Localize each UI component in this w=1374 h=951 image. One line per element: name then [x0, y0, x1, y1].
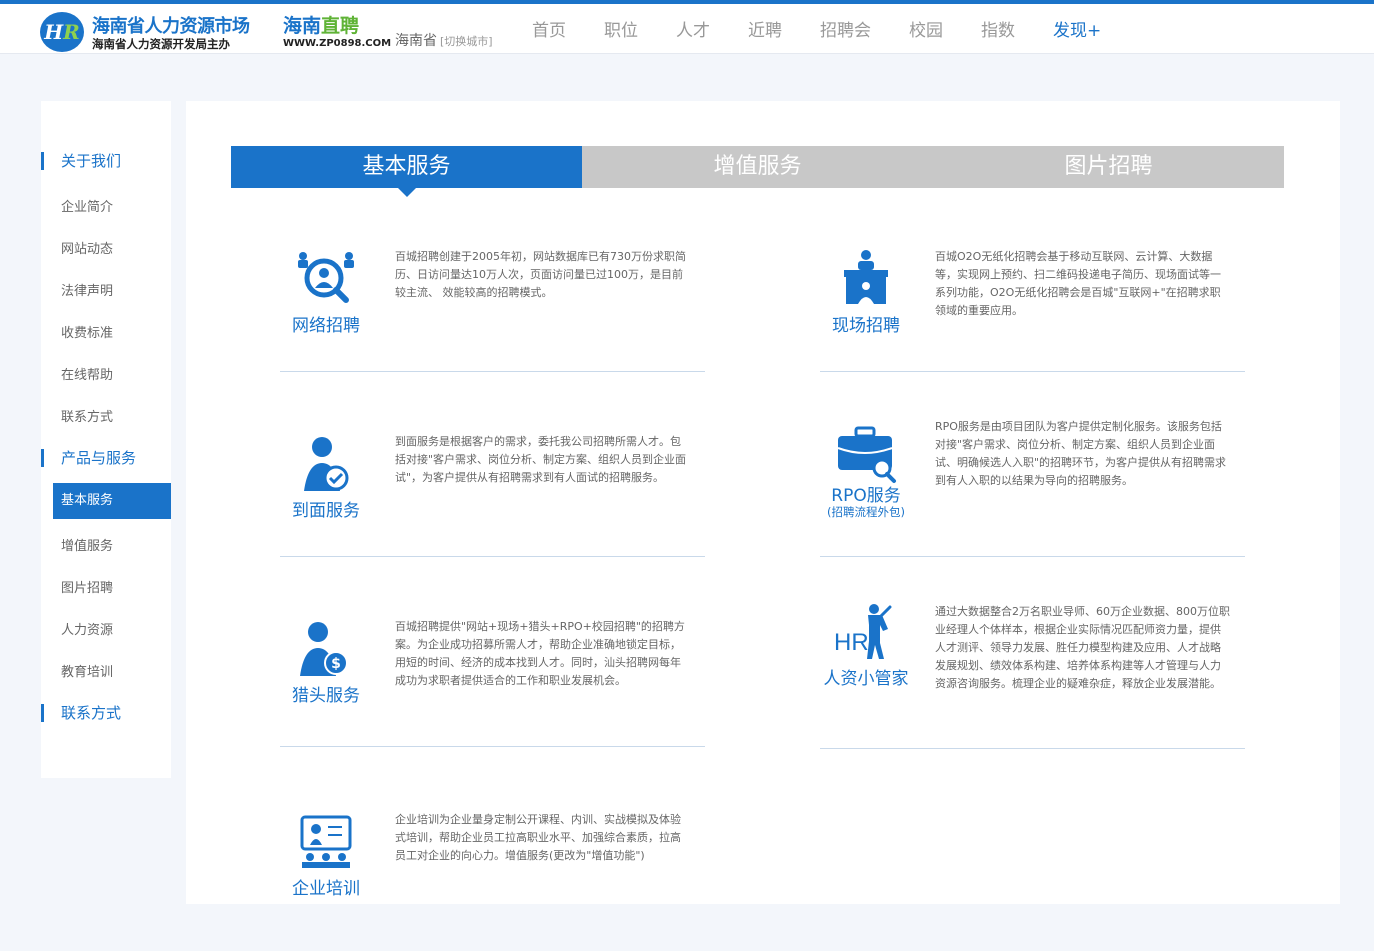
- service-card: 现场招聘 百城O2O无纸化招聘会基于移动互联网、云计算、大数据等，实现网上预约、…: [820, 248, 1245, 388]
- onsite-recruit-icon: [820, 248, 912, 308]
- main-content: 基本服务 增值服务 图片招聘 网络招聘 百城招聘创建于2005年初，网站数据库已…: [186, 101, 1340, 904]
- hr-manager-icon: HR: [820, 603, 912, 659]
- service-tabs: 基本服务 增值服务 图片招聘: [231, 146, 1285, 197]
- sidebar-item-contact[interactable]: 联系方式: [61, 406, 113, 425]
- current-city: 海南省: [395, 33, 437, 49]
- tab-image-recruit[interactable]: 图片招聘: [933, 146, 1284, 188]
- logo-subtitle: 海南省人力资源开发局主办: [92, 37, 230, 51]
- nav-jobs[interactable]: 职位: [604, 16, 638, 41]
- nav-home[interactable]: 首页: [532, 16, 566, 41]
- nav-index[interactable]: 指数: [981, 16, 1015, 41]
- sidebar-item-pricing[interactable]: 收费标准: [61, 322, 113, 341]
- service-subtitle: (招聘流程外包): [827, 505, 905, 519]
- main-nav: 首页 职位 人才 近聘 招聘会 校园 指数 发现+: [532, 16, 1139, 41]
- service-desc: 企业培训为企业量身定制公开课程、内训、实战模拟及体验式培训，帮助企业员工拉高职业…: [395, 813, 681, 862]
- service-title: 人资小管家: [823, 669, 909, 689]
- service-card: 企业培训 企业培训为企业量身定制公开课程、内训、实战模拟及体验式培训，帮助企业员…: [280, 811, 705, 951]
- sidebar-item-education[interactable]: 教育培训: [61, 661, 113, 680]
- service-desc: 百城O2O无纸化招聘会基于移动互联网、云计算、大数据等，实现网上预约、扫二维码投…: [935, 250, 1221, 317]
- door-service-icon: [280, 433, 372, 493]
- divider: [820, 748, 1245, 749]
- briefcase-search-icon: [820, 424, 912, 484]
- service-title: 猎头服务: [292, 686, 360, 706]
- divider: [280, 746, 705, 747]
- top-header: HR 海南省人力资源市场 海南直聘 海南省人力资源开发局主办 WWW.ZP089…: [0, 0, 1374, 54]
- nav-recent[interactable]: 近聘: [748, 16, 782, 41]
- nav-job-fair[interactable]: 招聘会: [820, 16, 871, 41]
- service-desc: 百城招聘提供"网站+现场+猎头+RPO+校园招聘"的招聘方案。为企业成功招募所需…: [395, 620, 685, 687]
- service-card: $ 猎头服务 百城招聘提供"网站+现场+猎头+RPO+校园招聘"的招聘方案。为企…: [280, 618, 705, 758]
- sidebar-item-image-recruit[interactable]: 图片招聘: [61, 577, 113, 596]
- hr-logo-icon: HR: [40, 12, 84, 52]
- tab-basic-service[interactable]: 基本服务: [231, 146, 582, 197]
- sidebar-item-basic-service[interactable]: 基本服务: [53, 483, 171, 519]
- switch-city-link[interactable]: [切换城市]: [440, 35, 493, 48]
- sidebar: 关于我们 企业简介 网站动态 法律声明 收费标准 在线帮助 联系方式 产品与服务…: [41, 101, 171, 778]
- sidebar-item-company-intro[interactable]: 企业简介: [61, 196, 113, 215]
- training-icon: [280, 811, 372, 871]
- sidebar-item-help[interactable]: 在线帮助: [61, 364, 113, 383]
- service-title: 到面服务: [292, 501, 360, 521]
- nav-discover[interactable]: 发现+: [1053, 16, 1101, 41]
- service-title: RPO服务: [831, 486, 901, 506]
- service-desc: RPO服务是由项目团队为客户提供定制化服务。该服务包括对接"客户需求、岗位分析、…: [935, 420, 1227, 487]
- divider: [280, 371, 705, 372]
- service-desc: 到面服务是根据客户的需求，委托我公司招聘所需人才。包括对接"客户需求、岗位分析、…: [395, 435, 687, 484]
- sidebar-item-legal[interactable]: 法律声明: [61, 280, 113, 299]
- logo-url: WWW.ZP0898.COM: [283, 38, 392, 49]
- service-card: 到面服务 到面服务是根据客户的需求，委托我公司招聘所需人才。包括对接"客户需求、…: [280, 433, 705, 573]
- network-recruit-icon: [280, 248, 372, 308]
- sidebar-item-value-added[interactable]: 增值服务: [61, 535, 113, 554]
- sidebar-section-products[interactable]: 产品与服务: [41, 449, 136, 467]
- service-title: 网络招聘: [292, 316, 360, 336]
- divider: [820, 556, 1245, 557]
- sidebar-item-site-news[interactable]: 网站动态: [61, 238, 113, 257]
- sidebar-section-contact[interactable]: 联系方式: [41, 704, 121, 722]
- service-card: 网络招聘 百城招聘创建于2005年初，网站数据库已有730万份求职简历、日访问量…: [280, 248, 705, 388]
- sidebar-section-about[interactable]: 关于我们: [41, 152, 121, 170]
- svg-text:$: $: [331, 656, 341, 672]
- service-desc: 百城招聘创建于2005年初，网站数据库已有730万份求职简历、日访问量达10万人…: [395, 250, 686, 299]
- sidebar-item-hr[interactable]: 人力资源: [61, 619, 113, 638]
- headhunter-icon: $: [280, 618, 372, 678]
- logo-title: 海南省人力资源市场: [92, 16, 250, 37]
- divider: [280, 556, 705, 557]
- logo-brand: 海南直聘: [283, 15, 360, 37]
- tab-value-added-service[interactable]: 增值服务: [582, 146, 933, 188]
- nav-campus[interactable]: 校园: [909, 16, 943, 41]
- service-card: RPO服务 (招聘流程外包) RPO服务是由项目团队为客户提供定制化服务。该服务…: [820, 418, 1245, 558]
- service-title: 现场招聘: [832, 316, 900, 336]
- service-desc: 通过大数据整合2万名职业导师、60万企业数据、800万位职业经理人个体样本，根据…: [935, 605, 1230, 690]
- service-title: 企业培训: [292, 879, 360, 899]
- divider: [820, 371, 1245, 372]
- nav-talent[interactable]: 人才: [676, 16, 710, 41]
- service-card: HR 人资小管家 通过大数据整合2万名职业导师、60万企业数据、800万位职业经…: [820, 603, 1245, 743]
- city-selector[interactable]: 海南省 [切换城市]: [395, 30, 493, 50]
